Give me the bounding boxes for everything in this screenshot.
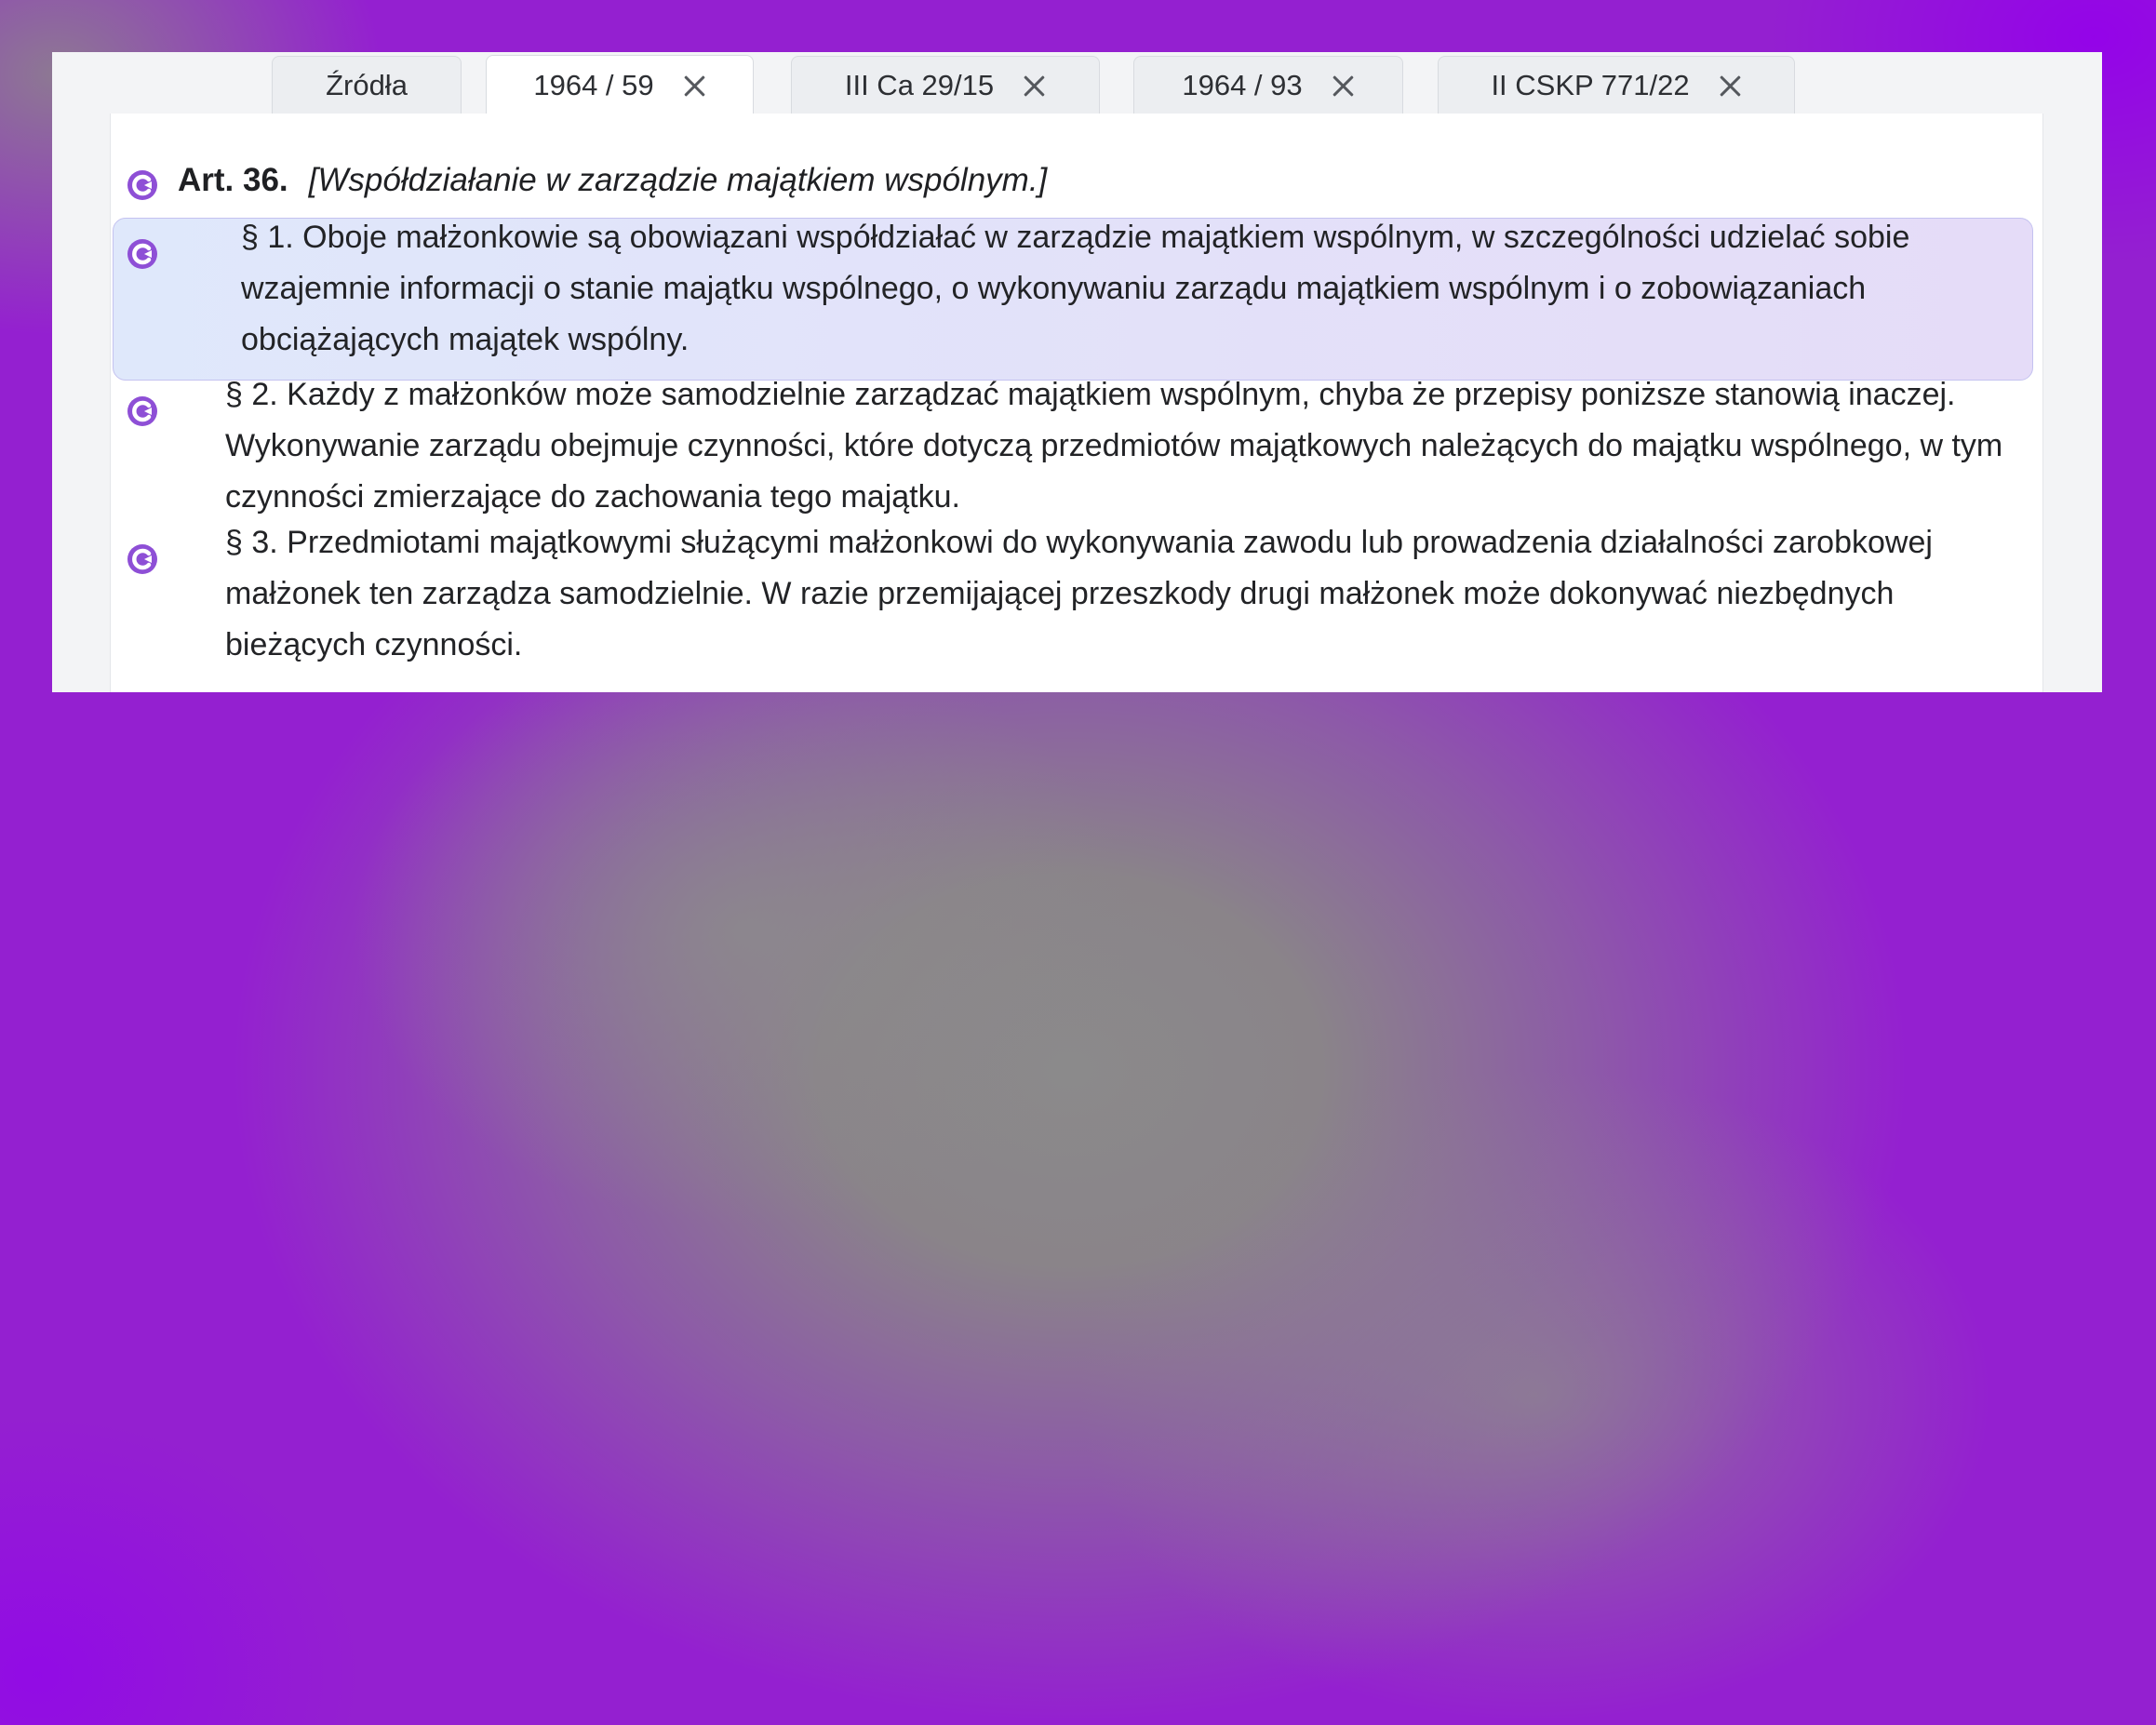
- link-c-icon[interactable]: [127, 238, 158, 270]
- paragraph-1: § 1. Oboje małżonkowie są obowiązani wsp…: [241, 220, 1910, 357]
- tab-label: 1964 / 59: [533, 68, 654, 101]
- article-title: [Współdziałanie w zarządzie majątkiem ws…: [308, 162, 1048, 198]
- tab-label: 1964 / 93: [1182, 68, 1303, 101]
- tab-label: Źródła: [326, 68, 408, 101]
- link-c-icon[interactable]: [127, 169, 158, 201]
- link-c-icon[interactable]: [127, 395, 158, 427]
- link-c-icon[interactable]: [127, 543, 158, 575]
- tab-ii-cskp-771-22[interactable]: II CSKP 771/22: [1438, 56, 1795, 114]
- close-icon[interactable]: [1718, 74, 1742, 98]
- tab-1964-59[interactable]: 1964 / 59: [486, 55, 754, 114]
- tab-1964-93[interactable]: 1964 / 93: [1133, 56, 1403, 114]
- article-heading: Art. 36. [Współdziałanie w zarządzie mają…: [178, 162, 1047, 199]
- close-icon[interactable]: [1022, 74, 1046, 98]
- tab-label: III Ca 29/15: [844, 68, 995, 101]
- paragraph-2: § 2. Każdy z małżonków może samodzielnie…: [225, 377, 2003, 515]
- tab-iii-ca-29-15[interactable]: III Ca 29/15: [791, 56, 1100, 114]
- paragraph-3: § 3. Przedmiotami majątkowymi służącymi …: [225, 525, 1933, 662]
- tab-label: II CSKP 771/22: [1491, 68, 1690, 101]
- document-content: Art. 36. [Współdziałanie w zarządzie mają…: [110, 114, 2043, 692]
- article-number: Art. 36.: [178, 162, 288, 198]
- tab-bar: Źródła 1964 / 59 III Ca 29/15 1964 / 93 …: [52, 52, 2102, 114]
- tab-zrodla[interactable]: Źródła: [272, 56, 462, 114]
- close-icon[interactable]: [682, 74, 706, 98]
- document-window: Źródła 1964 / 59 III Ca 29/15 1964 / 93 …: [52, 52, 2102, 692]
- close-icon[interactable]: [1331, 74, 1355, 98]
